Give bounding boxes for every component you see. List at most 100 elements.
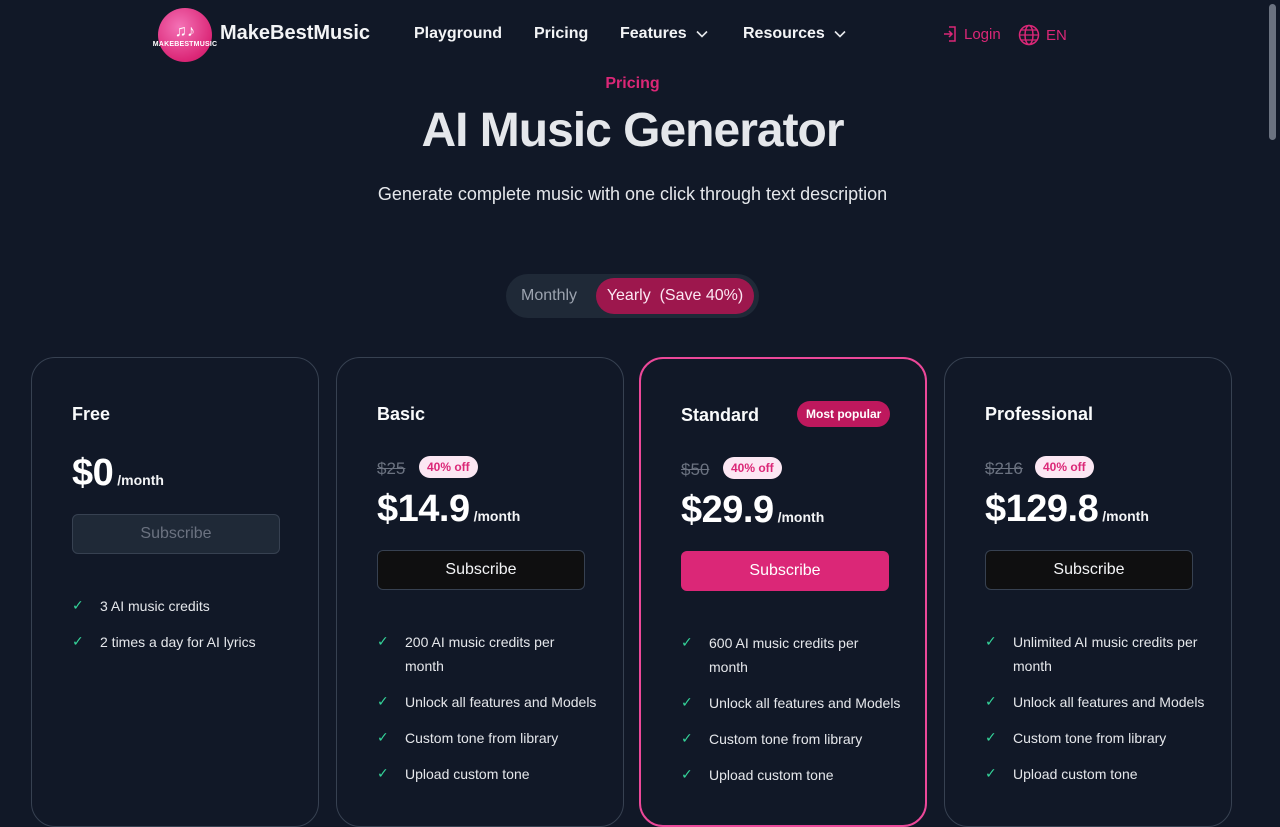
page-title: AI Music Generator — [421, 104, 844, 157]
feature-item: ✓ Unlock all features and Models — [985, 690, 1205, 714]
plan-name: Free — [72, 404, 111, 424]
feature-item: ✓ Custom tone from library — [681, 727, 901, 751]
feature-text: Custom tone from library — [1013, 730, 1167, 746]
logo-text: MAKEBESTMUSIC — [152, 40, 218, 48]
price-period: /month — [777, 509, 825, 525]
top-nav: ♫♪ MAKEBESTMUSIC MakeBestMusic Playgroun… — [0, 0, 1280, 70]
check-icon: ✓ — [681, 694, 693, 710]
plan-card-free: Free $0 /month Subscribe ✓ 3 AI music cre… — [31, 357, 319, 827]
language-label: EN — [1046, 26, 1067, 44]
check-icon: ✓ — [985, 693, 997, 709]
price-period: /month — [1102, 508, 1149, 524]
feature-item: ✓ 600 AI music credits per month — [681, 631, 901, 679]
price-amount: $129.8 — [985, 488, 1099, 530]
plan-name: Basic — [377, 404, 426, 424]
plan-card-professional: Professional $216 40% off $129.8 /month … — [944, 357, 1232, 827]
feature-item: ✓ Upload custom tone — [681, 763, 901, 787]
page-subtitle: Generate complete music with one click t… — [377, 184, 888, 204]
most-popular-badge: Most popular — [797, 401, 891, 427]
chevron-down-icon — [834, 30, 846, 38]
nav-resources[interactable]: Resources — [743, 25, 847, 43]
feature-text: 3 AI music credits — [100, 598, 210, 614]
feature-list: ✓ 600 AI music credits per month ✓ Unlock … — [681, 631, 901, 799]
feature-text: 200 AI music credits per month — [405, 634, 555, 674]
brand-logo[interactable]: ♫♪ MAKEBESTMUSIC — [153, 8, 217, 62]
language-selector[interactable]: EN — [1018, 24, 1067, 46]
feature-item: ✓ Unlock all features and Models — [681, 691, 901, 715]
check-icon: ✓ — [681, 634, 693, 650]
feature-item: ✓ Unlimited AI music credits per month — [985, 630, 1205, 678]
nav-label: Resources — [743, 25, 825, 42]
login-icon — [944, 26, 956, 42]
original-price: $216 — [985, 459, 1023, 478]
section-eyebrow: Pricing — [605, 75, 660, 92]
plan-name: Standard — [681, 405, 760, 425]
subscribe-button[interactable]: Subscribe — [985, 550, 1193, 590]
feature-text: Upload custom tone — [709, 767, 834, 783]
feature-item: ✓ 3 AI music credits — [72, 594, 292, 618]
check-icon: ✓ — [681, 730, 693, 746]
feature-text: 2 times a day for AI lyrics — [100, 634, 256, 650]
feature-text: Unlock all features and Models — [709, 695, 901, 711]
page-scrollbar[interactable] — [1265, 0, 1280, 800]
feature-text: Unlimited AI music credits per month — [1013, 634, 1198, 674]
feature-item: ✓ Unlock all features and Models — [377, 690, 597, 714]
feature-text: 600 AI music credits per month — [709, 635, 859, 675]
check-icon: ✓ — [985, 765, 997, 781]
feature-text: Unlock all features and Models — [1013, 694, 1205, 710]
check-icon: ✓ — [377, 633, 389, 649]
globe-icon — [1018, 24, 1040, 46]
price-period: /month — [473, 508, 521, 524]
feature-item: ✓ Custom tone from library — [985, 726, 1205, 750]
check-icon: ✓ — [377, 693, 389, 709]
logo-mark: ♫♪ MAKEBESTMUSIC — [152, 22, 218, 48]
billing-toggle: Monthly Yearly (Save 40%) — [506, 274, 759, 318]
nav-label: Playground — [414, 25, 503, 42]
check-icon: ✓ — [681, 766, 693, 782]
price-amount: $14.9 — [377, 488, 470, 530]
plan-price: $129.8 /month — [985, 488, 1149, 531]
plan-price: $0 /month — [72, 452, 164, 495]
check-icon: ✓ — [72, 597, 84, 613]
feature-text: Upload custom tone — [405, 766, 530, 782]
feature-item: ✓ Custom tone from library — [377, 726, 597, 750]
feature-text: Unlock all features and Models — [405, 694, 597, 710]
plan-card-basic: Basic $25 40% off $14.9 /month Subscribe… — [336, 357, 624, 827]
feature-list: ✓ 3 AI music credits ✓ 2 times a day for A… — [72, 594, 292, 666]
feature-list: ✓ 200 AI music credits per month ✓ Unlock … — [377, 630, 597, 798]
feature-text: Custom tone from library — [709, 731, 863, 747]
plan-card-standard: Standard Most popular $50 40% off $29.9 … — [639, 357, 927, 827]
discount-badge: 40% off — [419, 456, 478, 478]
feature-item: ✓ 2 times a day for AI lyrics — [72, 630, 292, 654]
feature-item: ✓ Upload custom tone — [377, 762, 597, 786]
login-link[interactable]: Login — [942, 25, 1001, 43]
check-icon: ✓ — [377, 729, 389, 745]
nav-label: Pricing — [534, 25, 589, 42]
subscribe-button[interactable]: Subscribe — [681, 551, 889, 591]
billing-yearly-option[interactable]: Yearly (Save 40%) — [596, 278, 754, 314]
subscribe-button[interactable]: Subscribe — [72, 514, 280, 554]
price-amount: $29.9 — [681, 489, 774, 531]
nav-playground[interactable]: Playground — [414, 25, 502, 43]
scrollbar-thumb[interactable] — [1269, 4, 1276, 140]
check-icon: ✓ — [377, 765, 389, 781]
price-period: /month — [117, 472, 164, 488]
plan-name: Professional — [985, 404, 1094, 424]
feature-item: ✓ 200 AI music credits per month — [377, 630, 597, 678]
check-icon: ✓ — [985, 633, 997, 649]
subscribe-button[interactable]: Subscribe — [377, 550, 585, 590]
nav-features[interactable]: Features — [620, 25, 709, 43]
billing-monthly-option[interactable]: Monthly — [521, 287, 577, 305]
check-icon: ✓ — [72, 633, 84, 649]
feature-text: Upload custom tone — [1013, 766, 1138, 782]
nav-pricing[interactable]: Pricing — [534, 25, 588, 43]
original-price: $25 — [377, 459, 406, 478]
discount-badge: 40% off — [1035, 456, 1094, 478]
feature-item: ✓ Upload custom tone — [985, 762, 1205, 786]
plan-price: $14.9 /month — [377, 488, 520, 531]
chevron-down-icon — [696, 30, 708, 38]
login-label: Login — [964, 25, 1001, 43]
discount-badge: 40% off — [723, 457, 782, 479]
brand-name[interactable]: MakeBestMusic — [220, 22, 370, 45]
plan-price: $29.9 /month — [681, 489, 824, 532]
